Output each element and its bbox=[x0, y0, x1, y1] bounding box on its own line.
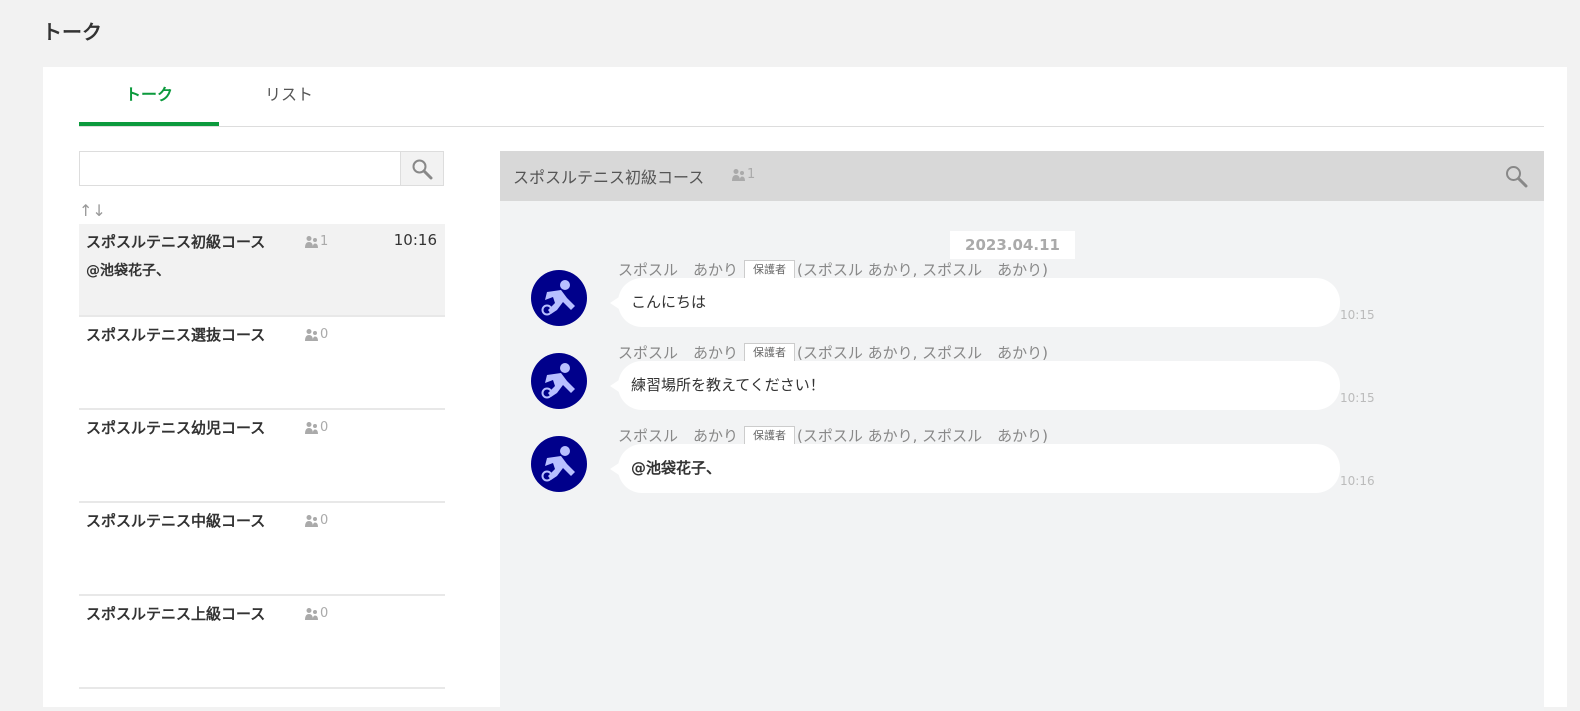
room-search bbox=[79, 151, 444, 186]
member-count-value: 0 bbox=[320, 513, 329, 528]
member-count-value: 1 bbox=[747, 167, 756, 182]
chat-title: スポスルテニス初級コース bbox=[513, 168, 705, 187]
search-icon[interactable] bbox=[1504, 164, 1528, 188]
chat-area: スポスルテニス初級コース 1 2023.04.11 スポスル あかり 保護者 (… bbox=[500, 151, 1544, 711]
room-time: 10:16 bbox=[393, 231, 437, 249]
page-title: トーク bbox=[42, 20, 102, 44]
room-list: スポスルテニス初級コース 1 10:16 @池袋花子、 スポスルテニス選抜コース… bbox=[79, 224, 445, 689]
message-bubble: 練習場所を教えてください！ bbox=[610, 361, 1340, 410]
soccer-player-icon bbox=[541, 280, 575, 316]
tab-bar: トーク リスト bbox=[79, 67, 1544, 127]
soccer-player-icon bbox=[541, 446, 575, 482]
members-icon bbox=[305, 328, 318, 341]
members-icon bbox=[732, 168, 745, 181]
member-count: 0 bbox=[305, 420, 328, 435]
room-search-button[interactable] bbox=[400, 152, 443, 185]
member-count-value: 1 bbox=[320, 234, 329, 249]
member-count: 0 bbox=[305, 606, 328, 621]
sort-icon[interactable]: ↑↓ bbox=[79, 200, 106, 222]
member-count-value: 0 bbox=[320, 420, 329, 435]
avatar[interactable] bbox=[531, 436, 587, 492]
avatar[interactable] bbox=[531, 353, 587, 409]
chat-header: スポスルテニス初級コース 1 bbox=[500, 151, 1544, 201]
soccer-player-icon bbox=[541, 363, 575, 399]
message: スポスル あかり 保護者 (スポスル あかり, スポスル あかり) こんにちは … bbox=[500, 259, 1544, 341]
main-panel: トーク リスト ↑↓ スポスルテニス初級コース 1 10:16 @池袋花子、 ス… bbox=[43, 67, 1567, 711]
member-count: 0 bbox=[305, 327, 328, 342]
sender-detail: (スポスル あかり, スポスル あかり) bbox=[797, 261, 1049, 279]
tab-talk[interactable]: トーク bbox=[79, 67, 219, 126]
sender-detail: (スポスル あかり, スポスル あかり) bbox=[797, 427, 1049, 445]
member-count: 1 bbox=[305, 234, 328, 249]
sender-name: スポスル あかり bbox=[618, 427, 739, 445]
tab-list[interactable]: リスト bbox=[219, 67, 359, 123]
role-badge: 保護者 bbox=[744, 426, 796, 445]
message-sender: スポスル あかり 保護者 (スポスル あかり, スポスル あかり) bbox=[618, 259, 1048, 280]
members-icon bbox=[305, 514, 318, 527]
room-search-input[interactable] bbox=[80, 152, 402, 185]
sender-name: スポスル あかり bbox=[618, 261, 739, 279]
message-time: 10:16 bbox=[1340, 474, 1375, 488]
member-count-value: 0 bbox=[320, 606, 329, 621]
avatar[interactable] bbox=[531, 270, 587, 326]
message-time: 10:15 bbox=[1340, 391, 1375, 405]
message-bubble: @池袋花子、 bbox=[610, 444, 1340, 493]
room-item[interactable]: スポスルテニス上級コース 0 bbox=[79, 596, 445, 689]
sender-name: スポスル あかり bbox=[618, 344, 739, 362]
members-icon bbox=[305, 421, 318, 434]
members-icon bbox=[305, 607, 318, 620]
room-item[interactable]: スポスルテニス幼児コース 0 bbox=[79, 410, 445, 503]
search-icon bbox=[412, 159, 433, 179]
member-count: 0 bbox=[305, 513, 328, 528]
room-name: スポスルテニス幼児コース bbox=[86, 419, 266, 437]
role-badge: 保護者 bbox=[744, 343, 796, 362]
members-icon bbox=[305, 235, 318, 248]
sender-detail: (スポスル あかり, スポスル あかり) bbox=[797, 344, 1049, 362]
message: スポスル あかり 保護者 (スポスル あかり, スポスル あかり) 練習場所を教… bbox=[500, 342, 1544, 424]
message-sender: スポスル あかり 保護者 (スポスル あかり, スポスル あかり) bbox=[618, 342, 1048, 363]
room-name: スポスルテニス初級コース bbox=[86, 233, 266, 251]
room-item[interactable]: スポスルテニス初級コース 1 10:16 @池袋花子、 bbox=[79, 224, 445, 317]
date-separator: 2023.04.11 bbox=[950, 231, 1075, 259]
message: スポスル あかり 保護者 (スポスル あかり, スポスル あかり) @池袋花子、… bbox=[500, 425, 1544, 507]
message-time: 10:15 bbox=[1340, 308, 1375, 322]
member-count-value: 0 bbox=[320, 327, 329, 342]
room-item[interactable]: スポスルテニス選抜コース 0 bbox=[79, 317, 445, 410]
room-preview: @池袋花子、 bbox=[86, 263, 170, 279]
room-name: スポスルテニス選抜コース bbox=[86, 326, 266, 344]
room-name: スポスルテニス中級コース bbox=[86, 512, 266, 530]
message-bubble: こんにちは bbox=[610, 278, 1340, 327]
role-badge: 保護者 bbox=[744, 260, 796, 279]
room-item[interactable]: スポスルテニス中級コース 0 bbox=[79, 503, 445, 596]
message-sender: スポスル あかり 保護者 (スポスル あかり, スポスル あかり) bbox=[618, 425, 1048, 446]
chat-member-count: 1 bbox=[732, 167, 755, 182]
room-name: スポスルテニス上級コース bbox=[86, 605, 266, 623]
